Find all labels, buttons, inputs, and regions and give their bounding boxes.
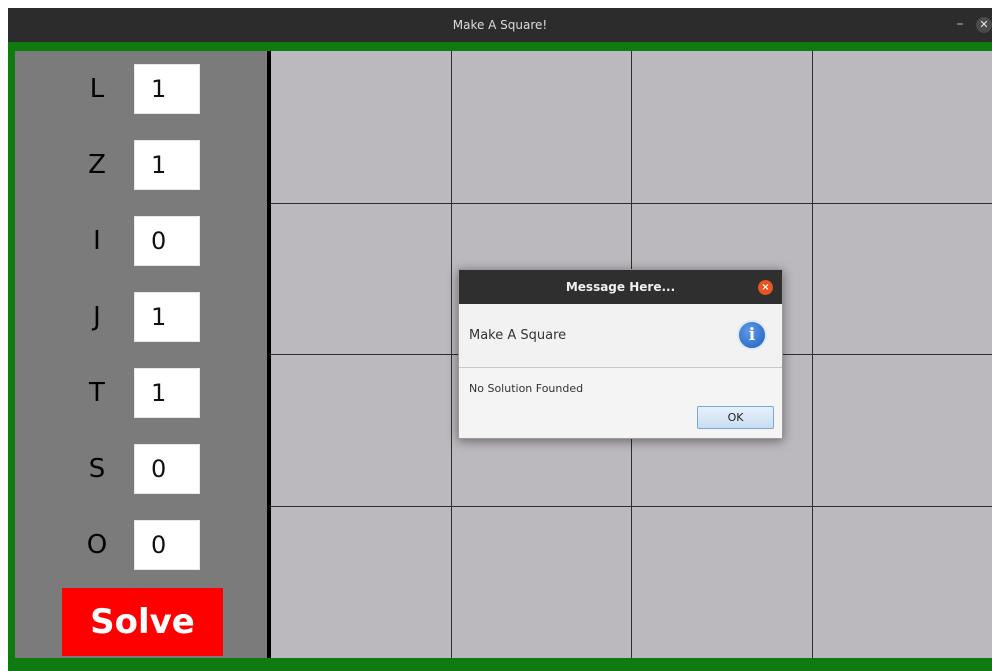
piece-row-z: Z [15, 140, 267, 190]
info-icon: i [737, 320, 767, 350]
dialog-header-text: Make A Square [469, 328, 567, 343]
piece-row-i: I [15, 216, 267, 266]
piece-row-o: O [15, 520, 267, 570]
piece-count-input-o[interactable] [134, 520, 200, 570]
minimize-button[interactable]: – [950, 8, 970, 40]
grid-line-horizontal [271, 506, 992, 507]
piece-row-l: L [15, 64, 267, 114]
dialog-title: Message Here... [459, 270, 782, 304]
board-cell[interactable] [812, 506, 992, 658]
board-cell[interactable] [631, 51, 812, 203]
board-cell[interactable] [812, 51, 992, 203]
board-cell[interactable] [631, 506, 812, 658]
piece-label: S [88, 454, 106, 484]
board-cell[interactable] [451, 51, 631, 203]
board-cell[interactable] [812, 203, 992, 354]
dialog-header: Make A Square i [459, 304, 782, 368]
board-cell[interactable] [812, 354, 992, 506]
piece-row-j: J [15, 292, 267, 342]
piece-label: I [93, 226, 101, 256]
board-cell[interactable] [271, 354, 451, 506]
piece-count-input-l[interactable] [134, 64, 200, 114]
dialog-message: No Solution Founded [469, 382, 584, 395]
piece-count-panel: L Z I J T S O [15, 51, 267, 658]
piece-count-input-z[interactable] [134, 140, 200, 190]
window-titlebar: Make A Square! – ✕ [8, 8, 992, 42]
dialog-close-icon[interactable]: × [758, 280, 773, 295]
board-cell[interactable] [451, 506, 631, 658]
piece-count-input-t[interactable] [134, 368, 200, 418]
piece-label: L [89, 74, 105, 104]
piece-label: T [89, 378, 105, 408]
piece-count-input-j[interactable] [134, 292, 200, 342]
board-cell[interactable] [271, 51, 451, 203]
message-dialog: Message Here... × Make A Square i No Sol… [458, 269, 783, 439]
window-title: Make A Square! [452, 18, 548, 32]
solve-button[interactable]: Solve [62, 588, 223, 656]
board-cell[interactable] [271, 203, 451, 354]
piece-row-s: S [15, 444, 267, 494]
grid-line-horizontal [271, 203, 992, 204]
piece-label: J [93, 302, 101, 332]
piece-row-t: T [15, 368, 267, 418]
piece-label: O [86, 530, 108, 560]
window-close-button[interactable]: ✕ [976, 17, 992, 33]
ok-button[interactable]: OK [697, 406, 774, 429]
piece-count-input-i[interactable] [134, 216, 200, 266]
piece-label: Z [88, 150, 106, 180]
piece-count-input-s[interactable] [134, 444, 200, 494]
board-cell[interactable] [271, 506, 451, 658]
